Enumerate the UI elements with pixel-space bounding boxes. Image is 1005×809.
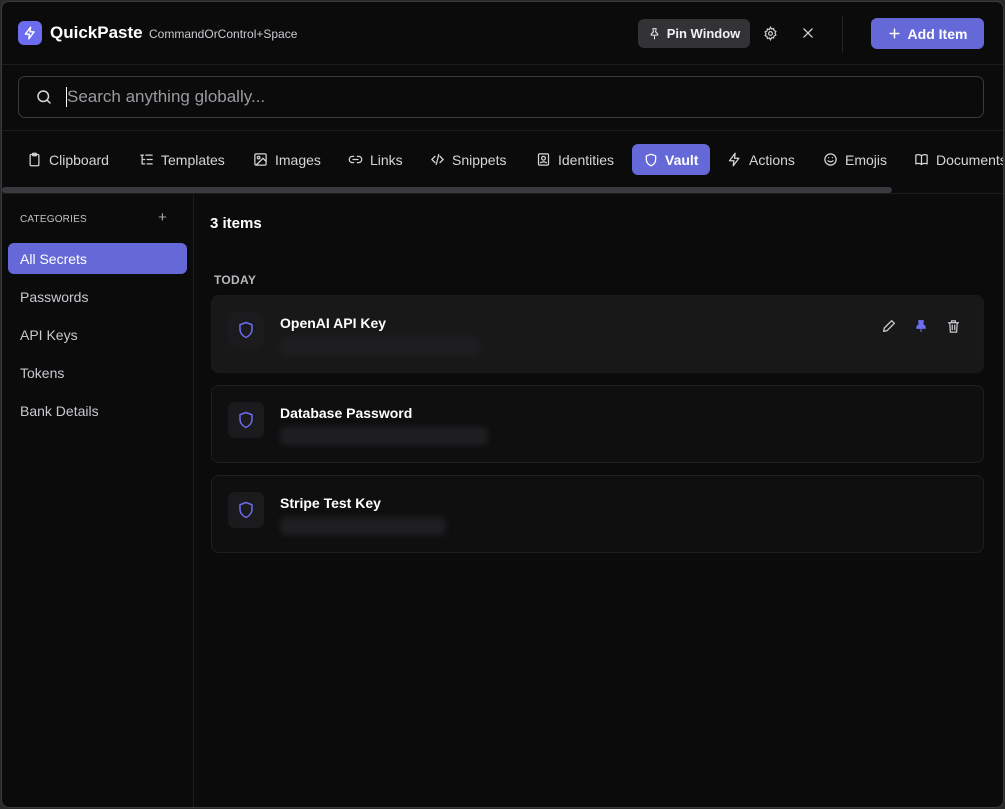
vault-item-title: OpenAI API Key: [280, 315, 387, 331]
vault-item[interactable]: OpenAI API Key: [211, 295, 984, 373]
pin-window-label: Pin Window: [666, 26, 741, 41]
list-tree-icon: [140, 154, 153, 165]
vault-item[interactable]: Database Password: [211, 385, 984, 463]
add-item-button[interactable]: Add Item: [871, 18, 984, 49]
tab-templates[interactable]: Templates: [132, 144, 225, 175]
tab-label: Identities: [558, 151, 615, 168]
masked-secret: [280, 517, 446, 535]
shield-icon: [228, 492, 264, 528]
pin-icon: [916, 320, 926, 332]
vault-item[interactable]: Stripe Test Key: [211, 475, 984, 553]
item-count: 3 items: [210, 215, 262, 232]
plus-icon: [889, 28, 900, 39]
shield-icon: [228, 402, 264, 438]
category-all-secrets[interactable]: All Secrets: [8, 243, 187, 274]
hotkey-label: CommandOrControl+Space: [149, 27, 298, 41]
title-bar: QuickPaste CommandOrControl+Space Pin Wi…: [2, 2, 1003, 65]
vault-list: 3 items TODAY OpenAI API Key Database Pa…: [195, 195, 1003, 807]
id-card-icon: [537, 153, 550, 166]
link-icon: [348, 155, 363, 164]
tabs-scrollbar[interactable]: [2, 187, 892, 193]
category-passwords[interactable]: Passwords: [8, 281, 187, 312]
trash-icon: [947, 319, 959, 333]
pin-window-button[interactable]: Pin Window: [638, 19, 750, 48]
category-tokens[interactable]: Tokens: [8, 357, 187, 388]
masked-secret: [280, 427, 488, 445]
clipboard-icon: [29, 152, 40, 167]
pencil-icon: [883, 320, 895, 332]
search-input[interactable]: [67, 86, 947, 108]
shield-icon: [645, 153, 657, 166]
tab-vault[interactable]: Vault: [632, 144, 711, 175]
tab-identities[interactable]: Identities: [529, 144, 614, 175]
app-window: QuickPaste CommandOrControl+Space Pin Wi…: [1, 1, 1004, 808]
tab-snippets[interactable]: Snippets: [423, 144, 506, 175]
tab-label: Snippets: [452, 151, 507, 168]
search-bar: [2, 65, 1003, 131]
category-tabs: Clipboard Templates Images Links Snippet…: [2, 132, 1004, 194]
smile-icon: [824, 153, 837, 166]
header-divider: [842, 16, 843, 52]
category-api-keys[interactable]: API Keys: [8, 319, 187, 350]
app-logo-bolt-icon: [18, 21, 42, 45]
tab-clipboard[interactable]: Clipboard: [20, 144, 109, 175]
search-box[interactable]: [18, 76, 984, 118]
add-item-label: Add Item: [907, 25, 968, 42]
vault-item-title: Database Password: [280, 405, 413, 421]
pin-item-button[interactable]: [913, 318, 929, 334]
tab-images[interactable]: Images: [246, 144, 321, 175]
tab-label: Emojis: [845, 151, 888, 168]
tab-actions[interactable]: Actions: [720, 144, 795, 175]
delete-button[interactable]: [945, 318, 961, 334]
tab-label: Images: [275, 151, 321, 168]
tab-label: Vault: [665, 151, 699, 168]
tab-label: Clipboard: [49, 151, 109, 168]
pin-icon: [650, 28, 659, 40]
masked-secret: [280, 337, 480, 355]
settings-button[interactable]: [758, 21, 782, 45]
search-icon: [37, 90, 51, 104]
group-label-today: TODAY: [214, 273, 257, 287]
categories-heading: CATEGORIES: [20, 214, 87, 225]
app-title: QuickPaste: [50, 23, 143, 42]
text-caret: [66, 87, 67, 107]
bolt-icon: [728, 152, 740, 167]
close-icon: [803, 28, 813, 38]
tab-documents[interactable]: Documents: [907, 144, 1004, 175]
tab-links[interactable]: Links: [341, 144, 403, 175]
tab-label: Templates: [161, 151, 225, 168]
gear-icon: [763, 25, 777, 41]
item-actions: [881, 318, 961, 334]
edit-button[interactable]: [881, 318, 897, 334]
add-category-button[interactable]: +: [158, 209, 167, 226]
tab-label: Actions: [749, 151, 795, 168]
shield-icon: [228, 312, 264, 348]
tab-label: Links: [370, 151, 403, 168]
categories-sidebar: CATEGORIES + All Secrets Passwords API K…: [2, 195, 194, 807]
vault-item-title: Stripe Test Key: [280, 495, 381, 511]
code-icon: [430, 153, 445, 166]
book-icon: [915, 154, 928, 166]
image-icon: [254, 153, 267, 166]
tab-label: Documents: [936, 151, 1004, 168]
tab-emojis[interactable]: Emojis: [816, 144, 887, 175]
close-button[interactable]: [796, 21, 820, 45]
category-bank-details[interactable]: Bank Details: [8, 395, 187, 426]
